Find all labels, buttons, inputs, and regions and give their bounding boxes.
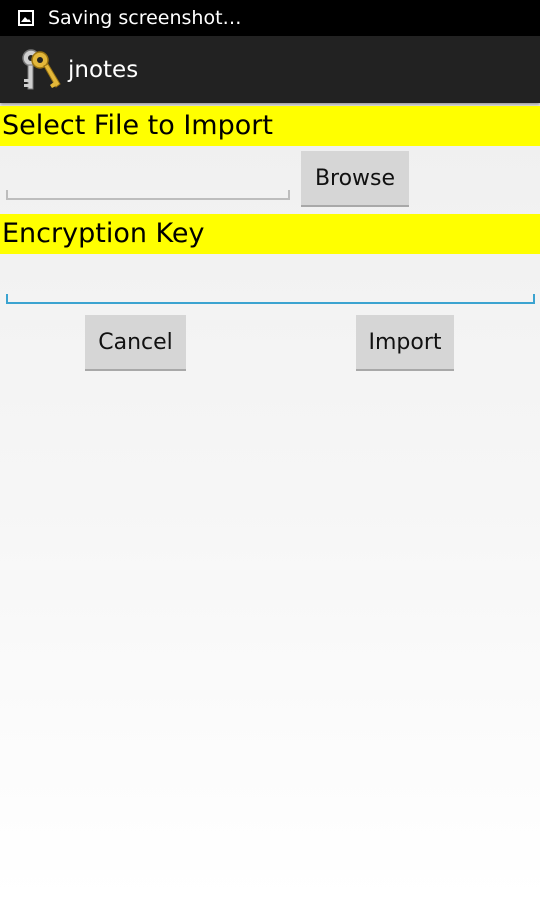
encryption-key-input[interactable] xyxy=(6,262,535,304)
app-title: jnotes xyxy=(68,56,139,83)
status-notification-text: Saving screenshot… xyxy=(48,7,242,29)
cancel-button[interactable]: Cancel xyxy=(85,315,186,371)
image-icon xyxy=(17,9,35,27)
status-bar: Saving screenshot… xyxy=(0,0,540,36)
file-input-edge-left xyxy=(6,190,8,200)
key-input-edge-left xyxy=(6,294,8,304)
select-file-header: Select File to Import xyxy=(0,106,540,146)
import-button[interactable]: Import xyxy=(356,315,454,371)
keys-icon[interactable] xyxy=(18,46,62,94)
action-bar: jnotes xyxy=(0,36,540,103)
file-path-input[interactable] xyxy=(6,160,290,200)
encryption-key-header: Encryption Key xyxy=(0,214,540,254)
browse-button[interactable]: Browse xyxy=(301,151,409,207)
key-input-edge-right xyxy=(533,294,535,304)
file-input-edge-right xyxy=(288,190,290,200)
